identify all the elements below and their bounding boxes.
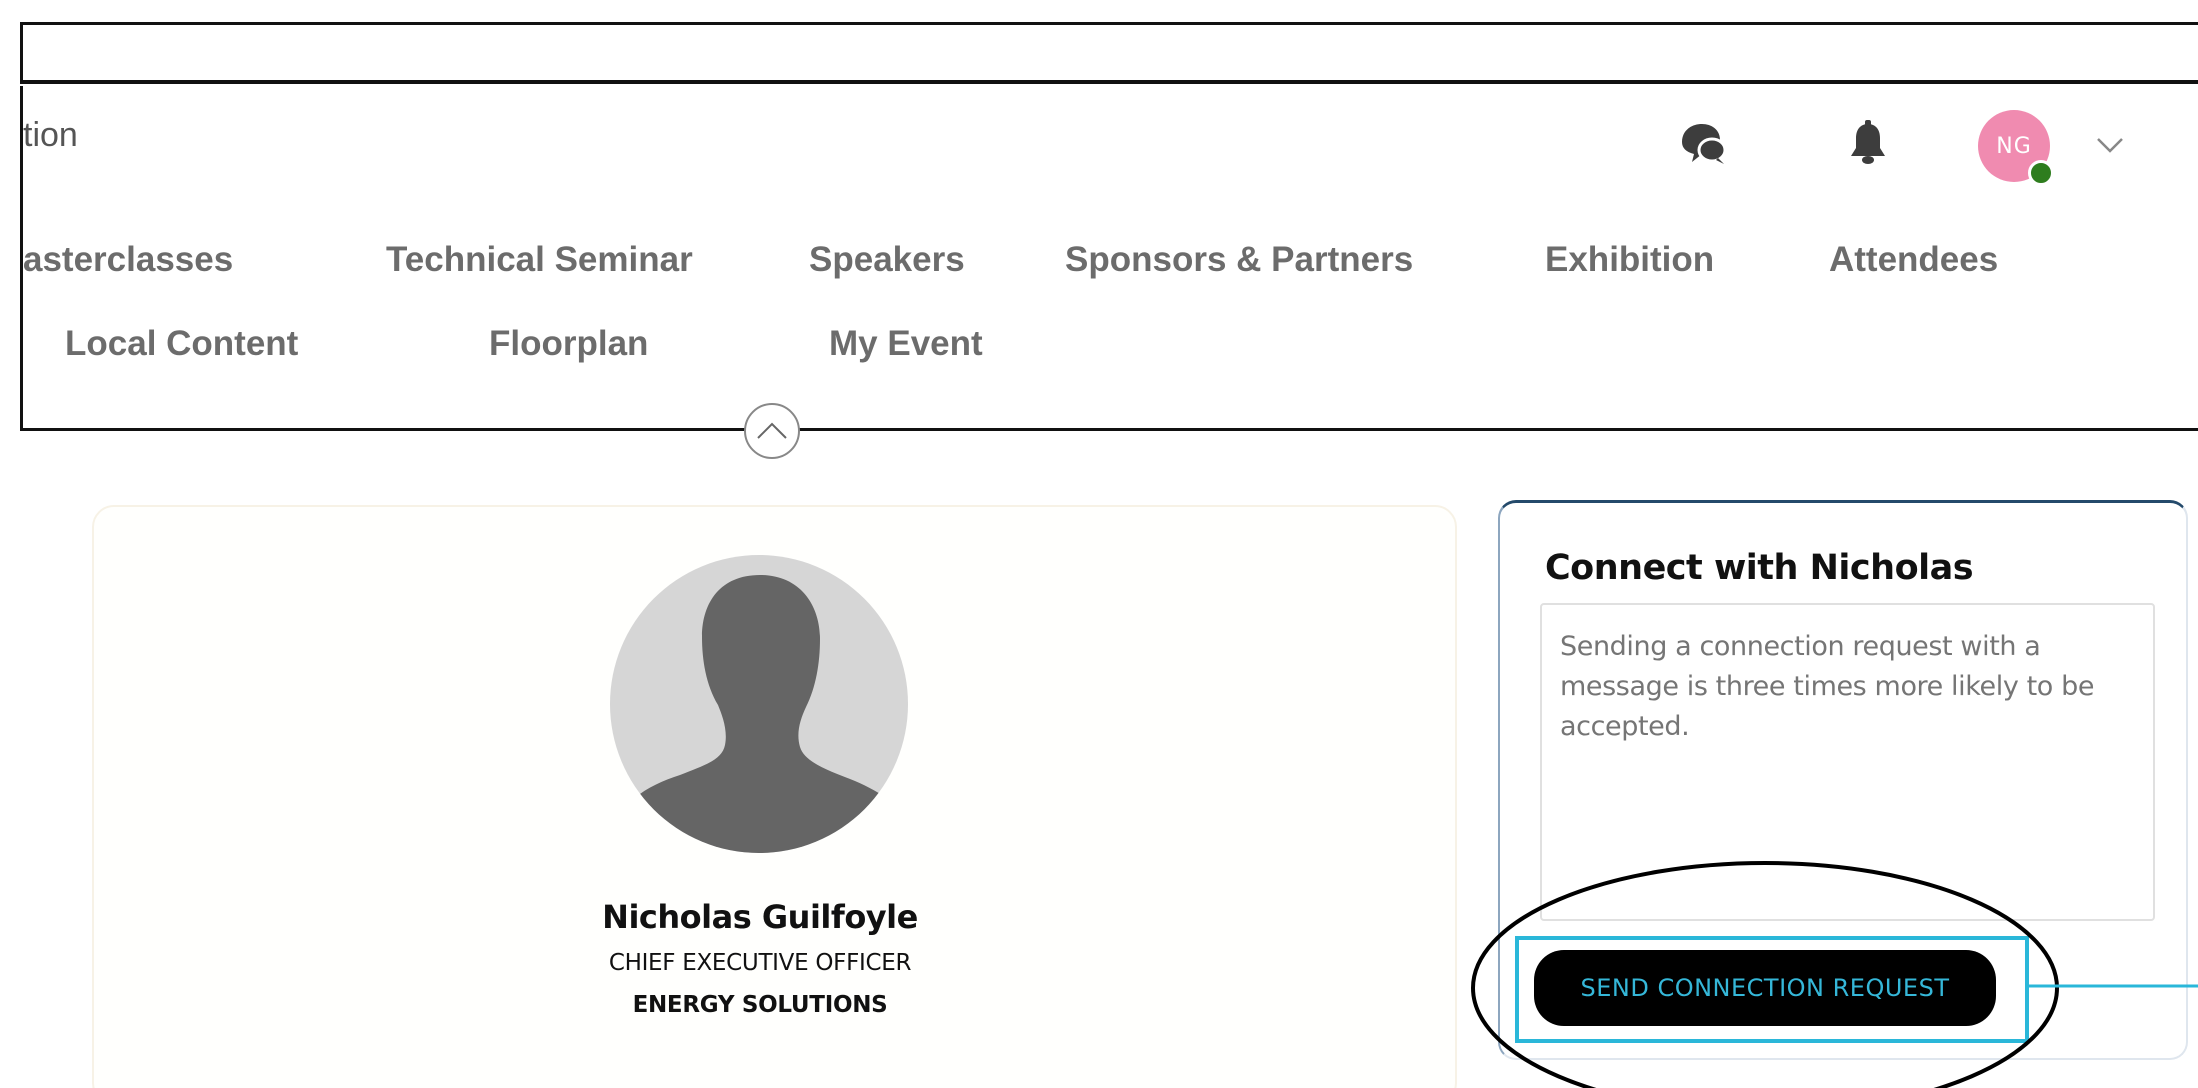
highlight-ellipse xyxy=(1471,861,2059,1088)
annotation-overlay xyxy=(1471,861,2198,1088)
